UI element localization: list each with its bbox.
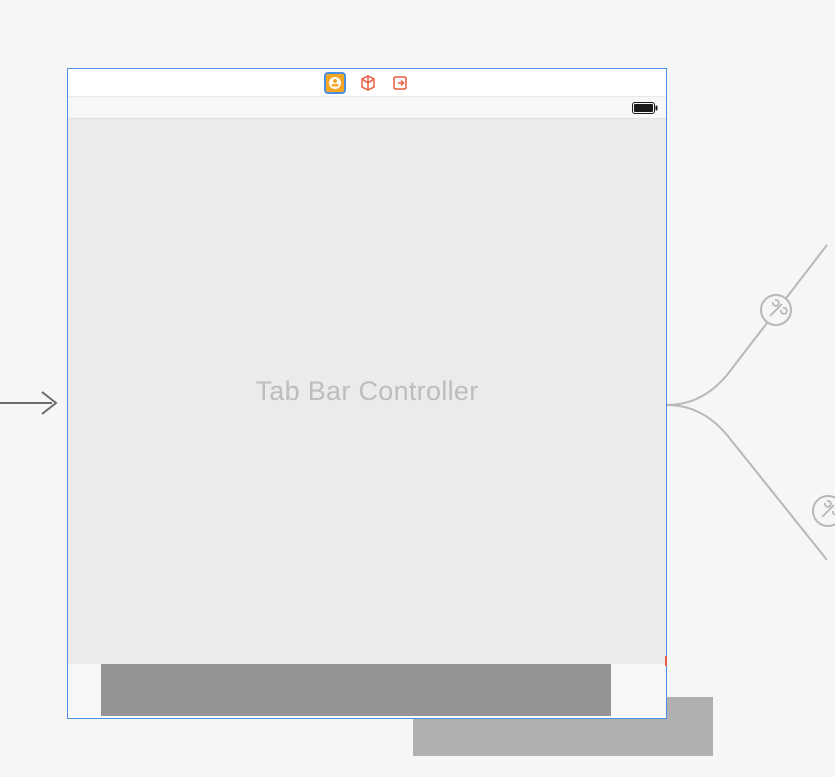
first-responder-icon[interactable] (358, 73, 378, 93)
tab-bar[interactable] (68, 664, 666, 716)
tab-bar-section-left (68, 664, 101, 716)
device-status-bar (68, 97, 666, 119)
tab-bar-section-right (611, 664, 666, 716)
exit-icon[interactable] (390, 73, 410, 93)
segue-connection-2[interactable] (667, 405, 835, 585)
storyboard-entry-arrow[interactable] (0, 388, 67, 418)
view-controller-icon[interactable] (324, 72, 346, 94)
scene-dock[interactable] (68, 69, 666, 97)
tab-bar-controller-scene[interactable]: Tab Bar Controller (67, 68, 667, 719)
scene-content-area[interactable]: Tab Bar Controller (68, 119, 666, 664)
segue-connection-1[interactable] (667, 230, 835, 415)
tab-bar-section-middle (101, 664, 611, 716)
constraint-indicator-icon (665, 656, 667, 666)
battery-full-icon (632, 102, 658, 114)
controller-placeholder-label: Tab Bar Controller (256, 376, 479, 407)
